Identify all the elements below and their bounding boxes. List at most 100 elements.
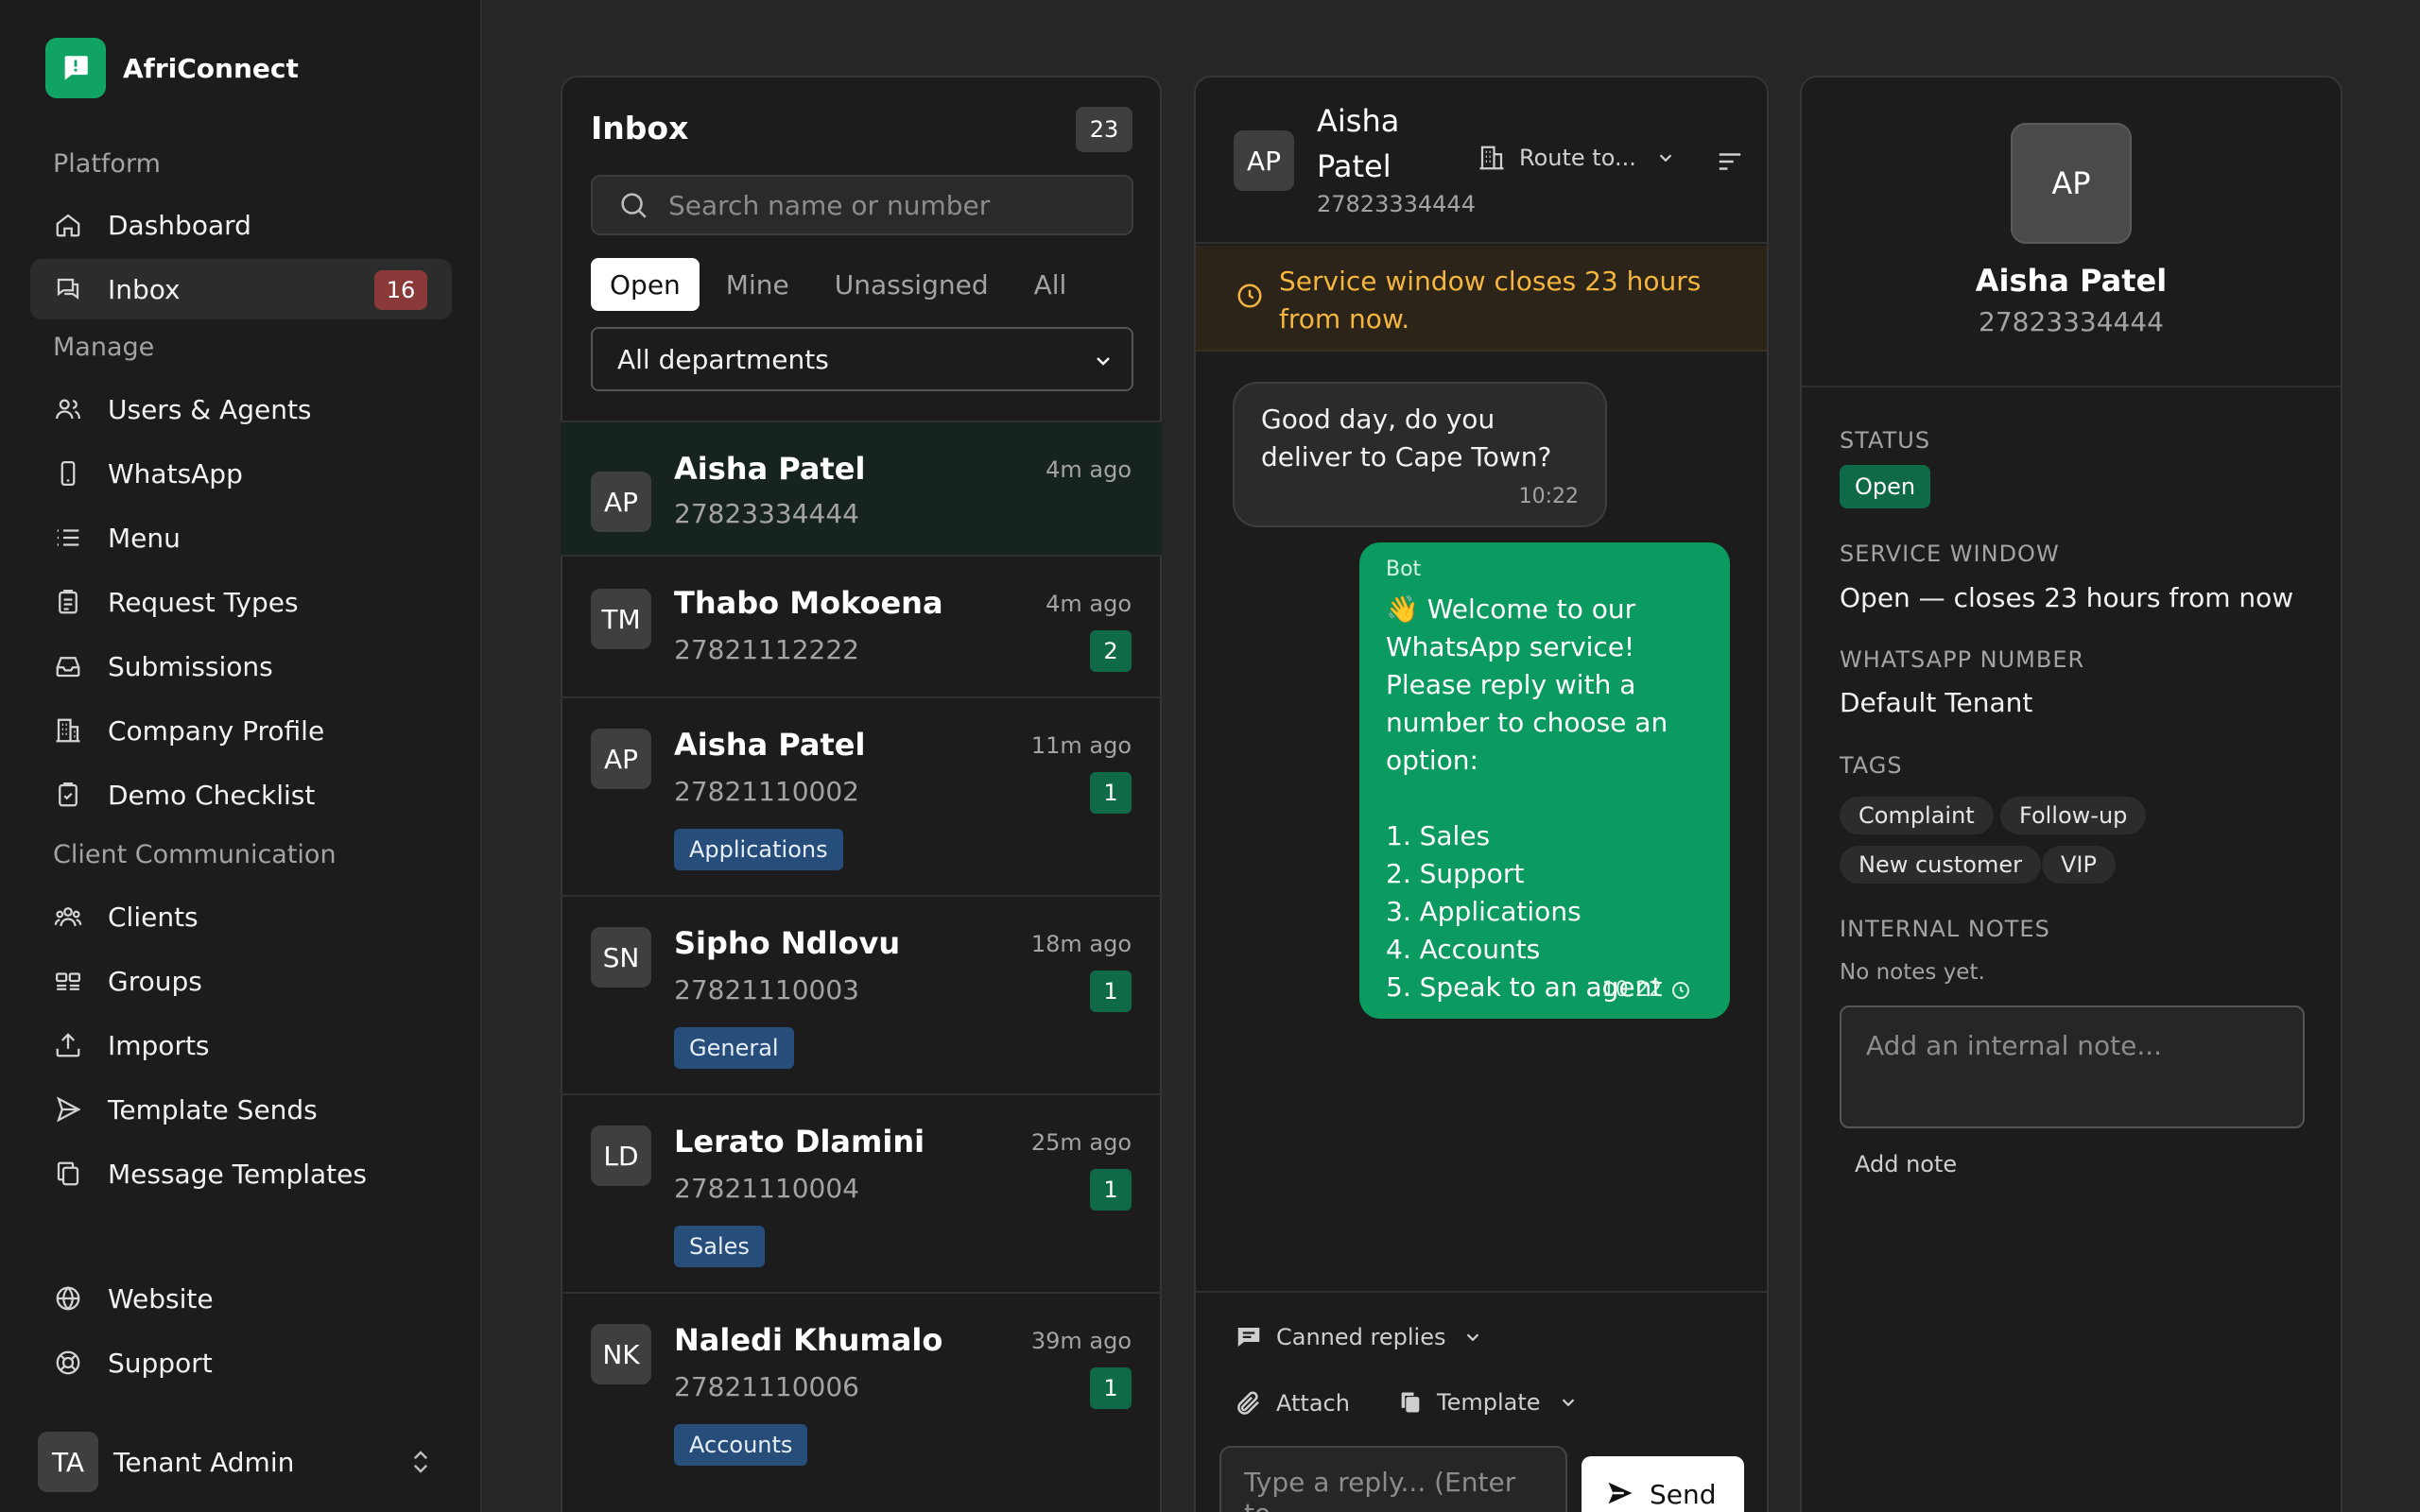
sidebar-item-message-templates[interactable]: Message Templates xyxy=(30,1143,452,1204)
chevron-down-icon xyxy=(1092,350,1115,372)
sidebar-item-groups[interactable]: Groups xyxy=(30,951,452,1011)
sidebar-item-users-agents[interactable]: Users & Agents xyxy=(30,379,452,439)
reply-input[interactable]: Type a reply... (Enter to xyxy=(1219,1446,1567,1512)
filter-lines-icon[interactable] xyxy=(1716,147,1744,176)
sidebar-item-inbox[interactable]: Inbox 16 xyxy=(30,259,452,319)
note-placeholder: Add an internal note... xyxy=(1866,1030,2163,1061)
sidebar-item-website[interactable]: Website xyxy=(30,1268,452,1329)
unread-badge: 16 xyxy=(374,270,427,310)
copy-icon xyxy=(53,1159,83,1189)
search-input[interactable]: Search name or number xyxy=(591,175,1133,235)
conversation-time: 11m ago xyxy=(1030,732,1132,759)
conversation-row[interactable]: TM Thabo Mokoena 27821112222 4m ago 2 xyxy=(561,555,1162,696)
sidebar-item-label: Imports xyxy=(108,1029,210,1061)
tab-mine[interactable]: Mine xyxy=(707,258,808,311)
copy-icon xyxy=(1397,1389,1424,1416)
department-tag: Sales xyxy=(674,1226,765,1267)
attach-button[interactable]: Attach xyxy=(1235,1389,1350,1418)
contact-phone: 27823334444 xyxy=(1979,306,2164,337)
home-icon xyxy=(53,210,83,240)
sidebar-item-imports[interactable]: Imports xyxy=(30,1015,452,1075)
send-button[interactable]: Send xyxy=(1582,1456,1744,1512)
department-tag: Accounts xyxy=(674,1424,808,1466)
sidebar-item-label: Template Sends xyxy=(108,1093,318,1125)
clipboard-icon xyxy=(53,587,83,617)
unread-count-badge: 1 xyxy=(1090,1367,1132,1409)
tab-unassigned[interactable]: Unassigned xyxy=(816,258,1008,311)
conversation-row[interactable]: LD Lerato Dlamini 27821110004 25m ago 1 … xyxy=(561,1093,1162,1292)
contact-name: Aisha Patel xyxy=(1975,263,2168,299)
sidebar-item-template-sends[interactable]: Template Sends xyxy=(30,1079,452,1140)
department-tag: Applications xyxy=(674,829,843,870)
sidebar-item-support[interactable]: Support xyxy=(30,1332,452,1393)
composer-divider xyxy=(1196,1291,1767,1293)
sidebar-item-company-profile[interactable]: Company Profile xyxy=(30,700,452,761)
conversation-phone: 27821110006 xyxy=(674,1371,859,1402)
conversation-avatar: TM xyxy=(591,589,651,649)
reply-placeholder: Type a reply... (Enter to xyxy=(1244,1467,1516,1512)
conversation-avatar: NK xyxy=(591,1324,651,1384)
sidebar-item-clients[interactable]: Clients xyxy=(30,886,452,947)
chat-contact-name: Aisha Patel xyxy=(1317,103,1400,184)
inbox-count-badge: 23 xyxy=(1076,107,1132,152)
sidebar-item-label: Users & Agents xyxy=(108,393,312,425)
tag-chip[interactable]: Complaint xyxy=(1840,797,1994,834)
conversation-row[interactable]: SN Sipho Ndlovu 27821110003 18m ago 1 Ge… xyxy=(561,895,1162,1093)
chat-icon xyxy=(53,274,83,304)
sidebar-item-dashboard[interactable]: Dashboard xyxy=(30,195,452,255)
conversation-avatar: AP xyxy=(591,472,651,532)
status-badge[interactable]: Open xyxy=(1840,465,1931,508)
conversation-phone: 27821110004 xyxy=(674,1173,859,1204)
service-window-banner: Service window closes 23 hours from now. xyxy=(1196,246,1767,352)
canned-replies-button[interactable]: Canned replies xyxy=(1235,1323,1483,1351)
brand[interactable]: AfriConnect xyxy=(45,38,299,98)
user-menu[interactable]: TA Tenant Admin xyxy=(38,1431,435,1493)
sidebar-item-whatsapp[interactable]: WhatsApp xyxy=(30,443,452,504)
message-text: Good day, do you deliver to Cape Town? xyxy=(1261,404,1552,472)
template-button[interactable]: Template xyxy=(1397,1389,1579,1416)
sidebar-item-submissions[interactable]: Submissions xyxy=(30,636,452,696)
sidebar-item-menu[interactable]: Menu xyxy=(30,507,452,568)
unread-count-badge: 2 xyxy=(1090,630,1132,672)
sidebar-item-label: Submissions xyxy=(108,650,273,682)
filter-tabs: Open Mine Unassigned All xyxy=(591,258,1093,311)
conversation-row[interactable]: AP Aisha Patel 27821110002 11m ago 1 App… xyxy=(561,696,1162,895)
message-meta: 10:22 xyxy=(1602,978,1692,1002)
conversation-row[interactable]: NK Naledi Khumalo 27821110006 39m ago 1 … xyxy=(561,1292,1162,1490)
message-time: 10:22 xyxy=(1601,978,1662,1002)
internal-note-input[interactable]: Add an internal note... xyxy=(1840,1005,2305,1128)
inbox-title: Inbox xyxy=(591,110,689,146)
tab-all[interactable]: All xyxy=(1015,258,1086,311)
conversation-phone: 27821110003 xyxy=(674,974,859,1005)
status-label: STATUS xyxy=(1840,427,1931,454)
contact-divider xyxy=(1802,386,2341,387)
list-icon xyxy=(53,523,83,553)
sidebar-item-label: Support xyxy=(108,1347,213,1379)
conversation-row[interactable]: AP Aisha Patel 27823334444 4m ago xyxy=(561,421,1162,555)
phone-icon xyxy=(53,458,83,489)
section-manage: Manage xyxy=(53,333,155,362)
route-to-select[interactable]: Route to... xyxy=(1478,144,1676,172)
add-note-button[interactable]: Add note xyxy=(1855,1151,1957,1177)
message-text: 👋 Welcome to our WhatsApp service! Pleas… xyxy=(1386,593,1668,1003)
tag-chip[interactable]: New customer xyxy=(1840,846,2041,884)
sidebar-item-demo-checklist[interactable]: Demo Checklist xyxy=(30,765,452,825)
department-select[interactable]: All departments xyxy=(591,327,1133,391)
notes-empty-text: No notes yet. xyxy=(1840,960,1985,985)
brand-name: AfriConnect xyxy=(123,52,299,84)
conversation-name: Naledi Khumalo xyxy=(674,1322,943,1358)
conversation-time: 18m ago xyxy=(1030,931,1132,957)
search-icon xyxy=(617,189,649,221)
conversation-phone: 27821110002 xyxy=(674,776,859,807)
tags-label: TAGS xyxy=(1840,752,1903,779)
conversation-time: 4m ago xyxy=(1046,456,1132,483)
sidebar-item-request-types[interactable]: Request Types xyxy=(30,572,452,632)
tab-open[interactable]: Open xyxy=(591,258,700,311)
sidebar-item-label: Company Profile xyxy=(108,714,325,747)
tag-chip[interactable]: Follow-up xyxy=(2000,797,2147,834)
service-window-text: Service window closes 23 hours from now. xyxy=(1279,266,1702,335)
lifebuoy-icon xyxy=(53,1348,83,1378)
chat-header: AP Aisha Patel 27823334444 Route to... xyxy=(1196,76,1767,244)
service-window-value: Open — closes 23 hours from now xyxy=(1840,582,2294,613)
tag-chip[interactable]: VIP xyxy=(2042,846,2116,884)
